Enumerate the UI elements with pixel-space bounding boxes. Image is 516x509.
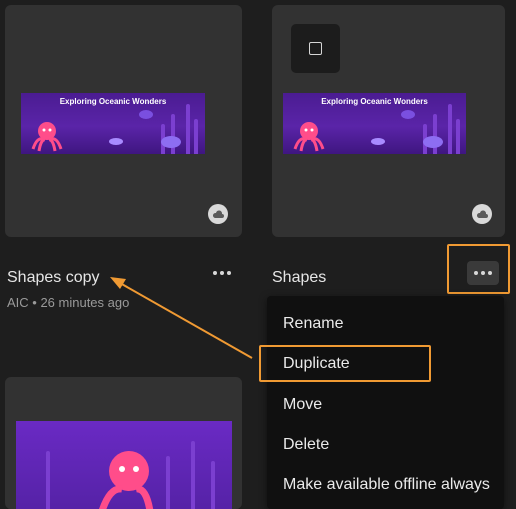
annotation-arrow (110, 277, 253, 359)
